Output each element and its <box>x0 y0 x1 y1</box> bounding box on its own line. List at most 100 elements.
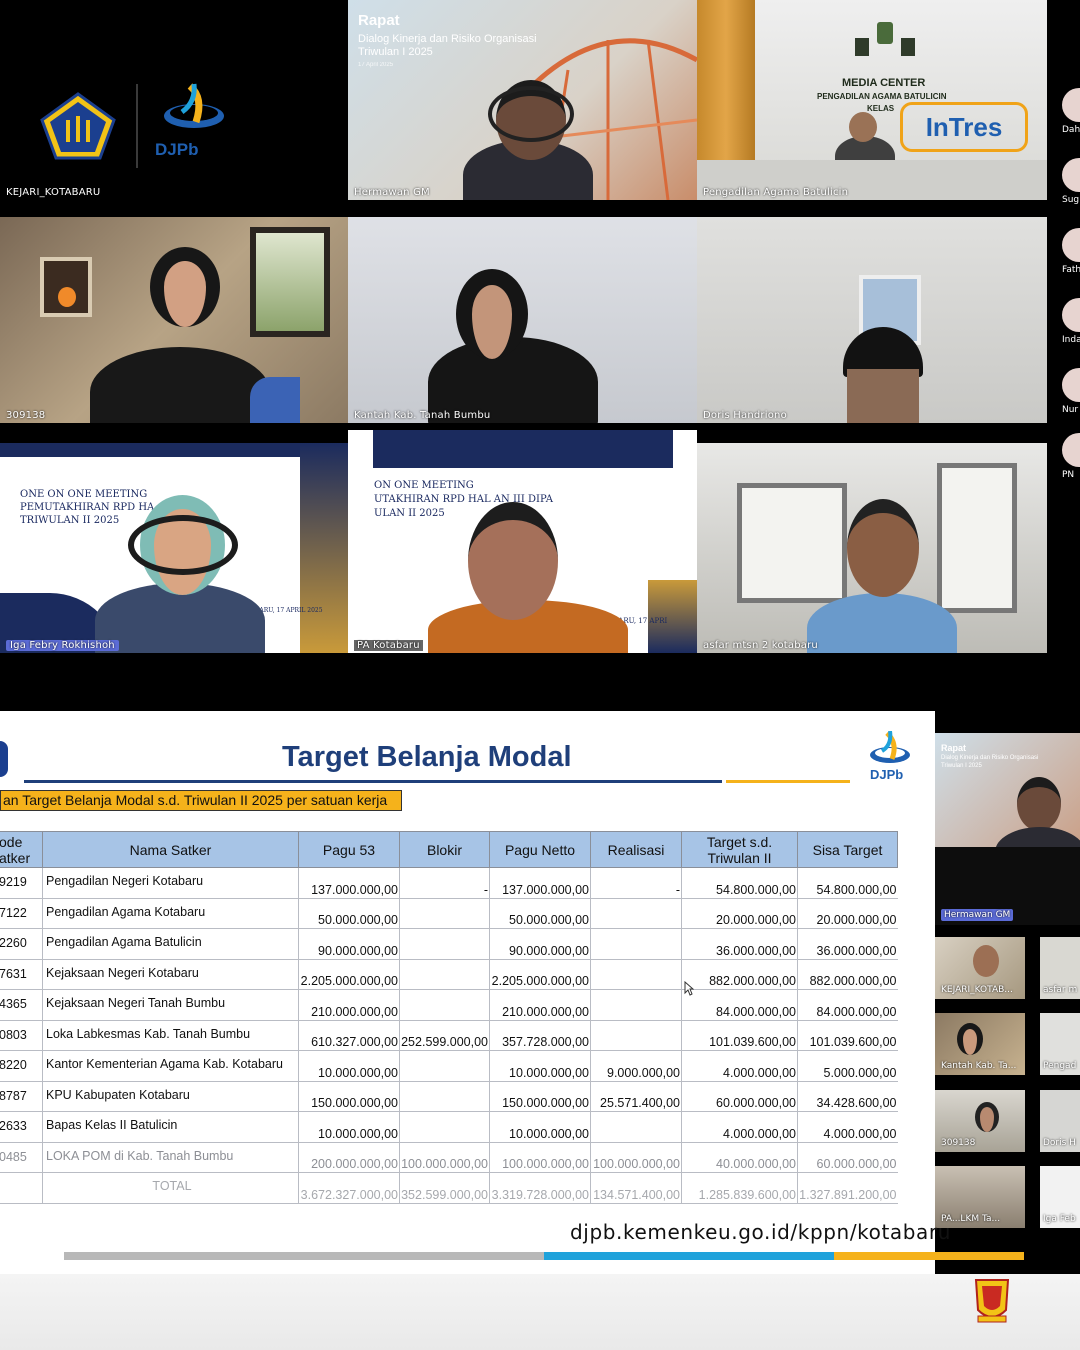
participant-thumb[interactable]: PN <box>1062 433 1080 480</box>
column-header: ode atker <box>0 831 43 868</box>
video-tile-iga[interactable]: ONE ON ONE MEETING PEMUTAKHIRAN RPD HA T… <box>0 443 348 653</box>
amount-cell: 10.000.000,00 <box>298 1050 400 1082</box>
gallery-active-speaker[interactable]: Rapat Dialog Kinerja dan Risiko Organisa… <box>935 733 1080 925</box>
gallery-tile[interactable]: Iga Feb <box>1040 1166 1080 1228</box>
video-tile-doris[interactable]: Doris Handriono <box>697 217 1047 423</box>
video-tile-asfar[interactable]: asfar mtsn 2 kotabaru <box>697 443 1047 653</box>
video-tile-pa-kotabaru[interactable]: ON ONE MEETING UTAKHIRAN RPD HAL AN III … <box>348 430 697 653</box>
djpb-logo-text: DJPb <box>870 767 904 782</box>
participant-thumb[interactable]: Dah <box>1062 88 1080 135</box>
amount-cell: 200.000.000,00 <box>298 1142 400 1173</box>
satker-name: Bapas Kelas II Batulicin <box>42 1111 299 1143</box>
thumb-name: Sug <box>1062 195 1080 205</box>
amount-cell: 4.000.000,00 <box>681 1111 798 1143</box>
gallery-name: asfar m <box>1043 985 1078 995</box>
slide-left-logo-icon <box>0 741 8 777</box>
mouse-cursor-icon <box>684 981 694 996</box>
gallery-name: KEJARI_KOTAB... <box>941 985 1013 995</box>
participant-name: KEJARI_KOTABARU <box>6 187 101 198</box>
gallery-tile[interactable]: Doris H <box>1040 1090 1080 1152</box>
shared-screen-slide: Target Belanja Modal DJPb an Target Bela… <box>0 711 935 1274</box>
slide-date: 17 April 2025 <box>358 62 394 68</box>
participant-head <box>849 112 877 142</box>
amount-cell: 34.428.600,00 <box>797 1081 898 1112</box>
thumb-name: Dah <box>1062 125 1080 135</box>
slide-wave-gold <box>300 443 348 653</box>
screenshot-root: DJPb KEJARI_KOTABARU Rapat Dialog Kinerj… <box>0 0 1080 1350</box>
gallery-tile[interactable]: KEJARI_KOTAB... <box>935 937 1025 999</box>
video-tile-hermawan[interactable]: Rapat Dialog Kinerja dan Risiko Organisa… <box>348 0 697 200</box>
satker-name: Pengadilan Agama Kotabaru <box>42 898 299 929</box>
footer-bar <box>544 1252 834 1260</box>
amount-cell <box>399 1050 490 1082</box>
video-tile-pa-batulicin[interactable]: MEDIA CENTER PENGADILAN AGAMA BATULICIN … <box>697 0 1047 200</box>
column-header: Realisasi <box>590 831 682 868</box>
wall-emblem-icon <box>901 38 915 56</box>
djpb-logo-icon <box>164 83 224 128</box>
satker-code: 8787 <box>0 1081 43 1112</box>
video-tile-kejari[interactable]: DJPb KEJARI_KOTABARU <box>0 0 348 200</box>
slide-accent <box>0 443 348 457</box>
amount-cell: 101.039.600,00 <box>797 1020 898 1051</box>
gallery-name: Pengad <box>1043 1061 1077 1071</box>
slide-text: ON ONE MEETING <box>374 480 474 491</box>
amount-cell: 60.000.000,00 <box>797 1142 898 1173</box>
participant-name: Pengadilan Agama Batulicin <box>703 187 849 198</box>
amount-cell <box>399 1111 490 1143</box>
participant-thumb[interactable]: Inda <box>1062 298 1080 345</box>
amount-cell: 50.000.000,00 <box>298 898 400 929</box>
participant-thumb[interactable]: Nur <box>1062 368 1080 415</box>
gallery-name: Iga Feb <box>1043 1214 1076 1224</box>
thumb-name: Nur <box>1062 405 1079 415</box>
video-tile-kantah[interactable]: Kantah Kab. Tanah Bumbu <box>348 217 697 423</box>
amount-cell: 2.205.000.000,00 <box>489 959 591 990</box>
amount-cell <box>399 989 490 1021</box>
participant-head <box>847 369 919 423</box>
gallery-tile[interactable]: 309138 <box>935 1090 1025 1152</box>
satker-code: 7631 <box>0 959 43 990</box>
target-table: ode atker Nama Satker Pagu 53 Blokir Pag… <box>0 831 898 1204</box>
video-tile-309138[interactable]: 309138 <box>0 217 348 423</box>
amount-cell: 20.000.000,00 <box>797 898 898 929</box>
amount-cell: 2.205.000.000,00 <box>298 959 400 990</box>
amount-cell: 101.039.600,00 <box>681 1020 798 1051</box>
amount-cell <box>399 959 490 990</box>
amount-cell: 150.000.000,00 <box>489 1081 591 1112</box>
total-cell: 3.672.327.000,00 <box>298 1172 400 1204</box>
gallery-tile[interactable]: Kantah Kab. Ta... <box>935 1013 1025 1075</box>
participant-name: Doris Handriono <box>703 410 787 421</box>
participant-name: 309138 <box>6 410 46 421</box>
total-cell: 3.319.728.000,00 <box>489 1172 591 1204</box>
satker-code: 9219 <box>0 867 43 899</box>
table-row: 8787 KPU Kabupaten Kotabaru 150.000.000,00… <box>0 1081 898 1112</box>
media-center-sign: MEDIA CENTER <box>842 77 926 89</box>
table-row: 7122 Pengadilan Agama Kotabaru 50.000.000,… <box>0 898 898 929</box>
amount-cell: 54.800.000,00 <box>681 867 798 899</box>
table-subtitle: an Target Belanja Modal s.d. Triwulan II… <box>0 790 403 811</box>
participant-thumb[interactable]: Fath <box>1062 228 1080 275</box>
djpb-logo-icon <box>870 731 910 763</box>
gallery-slide-title: Rapat <box>941 743 967 753</box>
kelas-sign: KELAS <box>867 104 895 113</box>
satker-code: 4365 <box>0 989 43 1021</box>
amount-cell: 40.000.000,00 <box>681 1142 798 1173</box>
gallery-tile[interactable]: asfar m <box>1040 937 1080 999</box>
gallery-tile[interactable]: PA...LKM Ta... <box>935 1166 1025 1228</box>
thumb-name: Inda <box>1062 335 1080 345</box>
logo-divider <box>136 84 138 168</box>
table-row: 9219 Pengadilan Negeri Kotabaru 137.000.00… <box>0 867 898 899</box>
amount-cell: 137.000.000,00 <box>489 867 591 899</box>
participant-head <box>456 269 528 359</box>
amount-cell: - <box>590 867 682 899</box>
fire-glow <box>58 287 76 307</box>
gallery-name: 309138 <box>941 1138 976 1148</box>
table-row: 4365 Kejaksaan Negeri Tanah Bumbu 210.000.… <box>0 989 898 1021</box>
participant-thumb[interactable]: Sug <box>1062 158 1080 205</box>
amount-cell: 10.000.000,00 <box>489 1111 591 1143</box>
gallery-tile[interactable]: Pengad <box>1040 1013 1080 1075</box>
participant-name: Hermawan GM <box>354 187 430 198</box>
amount-cell: 90.000.000,00 <box>489 928 591 960</box>
satker-name: LOKA POM di Kab. Tanah Bumbu <box>42 1142 299 1173</box>
amount-cell: 20.000.000,00 <box>681 898 798 929</box>
thumb-name: PN <box>1062 470 1075 480</box>
